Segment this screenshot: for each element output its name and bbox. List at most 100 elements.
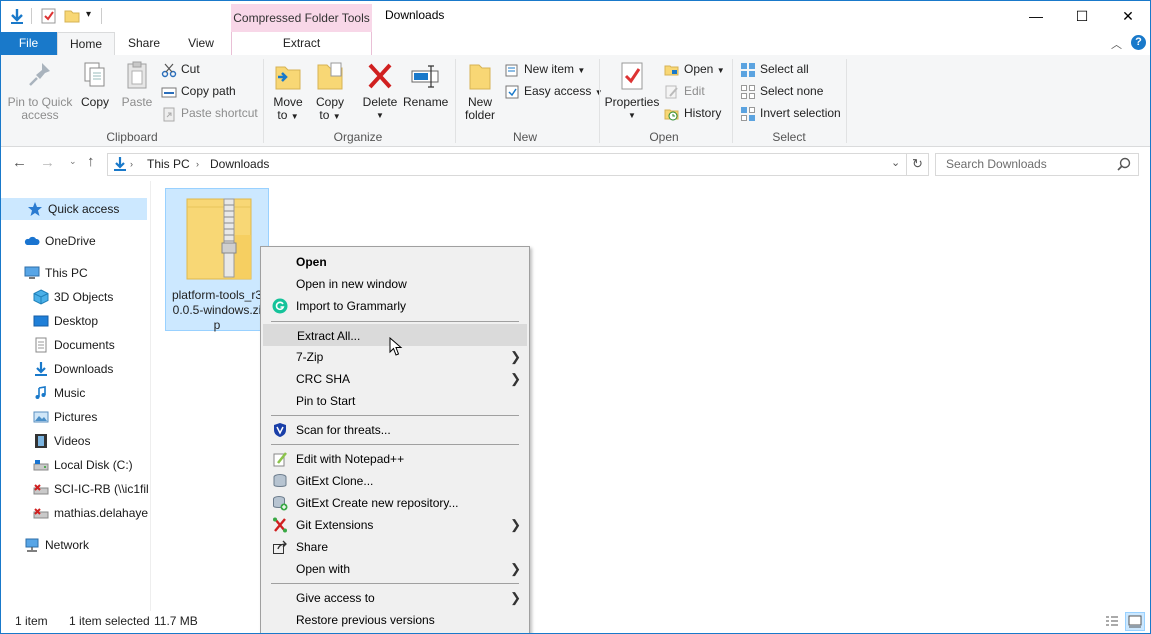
delete-button[interactable]: Delete ▼ — [361, 59, 399, 122]
recent-locations-chevron-icon[interactable]: ⌄ — [69, 156, 77, 167]
address-dropdown-chevron-icon[interactable]: ⌄ — [891, 156, 900, 169]
menu-item-open[interactable]: Open — [263, 251, 527, 273]
new-folder-icon[interactable] — [63, 7, 81, 25]
file-item[interactable]: platform-tools_r3 0.0.5-windows.zi p — [165, 188, 269, 332]
details-view-icon[interactable] — [1104, 614, 1120, 630]
back-arrow-icon[interactable]: ← — [12, 154, 27, 171]
pin-to-quick-access-button[interactable]: Pin to Quick access — [4, 59, 76, 122]
nav-item-videos[interactable]: Videos — [33, 430, 90, 452]
edit-button[interactable]: Edit — [664, 81, 705, 101]
tab-file[interactable]: File — [0, 32, 57, 55]
tab-view[interactable]: View — [183, 32, 219, 55]
search-icon[interactable] — [1117, 157, 1131, 171]
menu-item-share[interactable]: Share — [263, 536, 527, 558]
menu-item-crc-sha[interactable]: CRC SHA ❯ — [263, 368, 527, 390]
paste-shortcut-button[interactable]: Paste shortcut — [161, 103, 258, 123]
desktop-icon — [33, 315, 49, 327]
contextual-tab-group-label: Compressed Folder Tools — [233, 11, 370, 25]
paste-shortcut-icon — [163, 107, 175, 122]
menu-item-label: Extract All... — [297, 329, 361, 343]
paste-button[interactable]: Paste — [119, 59, 155, 109]
nav-item-music[interactable]: Music — [33, 382, 85, 404]
nav-item-downloads[interactable]: Downloads — [33, 358, 113, 380]
menu-item-gitext-create-repo[interactable]: GitExt Create new repository... — [263, 492, 527, 514]
nav-item-this-pc[interactable]: This PC — [24, 262, 88, 284]
nav-item-local-disk[interactable]: Local Disk (C:) — [33, 454, 133, 476]
new-folder-button[interactable]: New folder — [460, 59, 500, 122]
close-button[interactable]: ✕ — [1105, 0, 1151, 32]
menu-item-open-with[interactable]: Open with ❯ — [263, 558, 527, 580]
breadcrumb-separator-icon[interactable]: › — [196, 159, 199, 169]
minimize-button[interactable]: — — [1013, 0, 1059, 32]
invert-selection-button[interactable]: Invert selection — [740, 103, 841, 123]
refresh-icon[interactable]: ↻ — [906, 153, 929, 176]
tab-home[interactable]: Home — [57, 32, 115, 56]
dropdown-arrow-icon: ▼ — [290, 112, 299, 121]
search-input[interactable] — [944, 156, 1118, 172]
menu-item-restore-previous[interactable]: Restore previous versions — [263, 609, 527, 631]
copy-icon — [84, 62, 105, 87]
nav-item-quick-access[interactable]: Quick access — [0, 198, 147, 220]
nav-item-network[interactable]: Network — [24, 534, 89, 556]
properties-label: Properties — [604, 95, 660, 109]
menu-item-scan-threats[interactable]: Scan for threats... — [263, 419, 527, 441]
tab-share[interactable]: Share — [123, 32, 165, 55]
breadcrumb-downloads[interactable]: Downloads — [210, 157, 269, 171]
tab-extract[interactable]: Extract — [231, 32, 372, 55]
nav-item-pictures[interactable]: Pictures — [33, 406, 97, 428]
copy-path-button[interactable]: Copy path — [161, 81, 236, 101]
menu-item-label: Scan for threats... — [296, 423, 391, 437]
select-none-label: Select none — [760, 84, 824, 98]
nav-item-sci-ic-rb[interactable]: SCI-IC-RB (\\ic1fil — [33, 478, 150, 500]
open-label: Open — [684, 62, 714, 76]
new-item-button[interactable]: New item ▼ — [504, 59, 585, 79]
rename-button[interactable]: Rename — [403, 59, 448, 109]
minimize-icon: — — [1029, 8, 1043, 24]
qat-customize-dropdown[interactable]: ▾ — [86, 9, 91, 20]
breadcrumb-separator-icon[interactable]: › — [130, 159, 133, 169]
up-arrow-icon[interactable]: ↑ — [87, 153, 95, 170]
select-all-icon — [741, 62, 755, 77]
easy-access-button[interactable]: Easy access ▼ — [504, 81, 603, 101]
nav-item-desktop[interactable]: Desktop — [33, 310, 98, 332]
menu-item-notepadpp[interactable]: Edit with Notepad++ — [263, 448, 527, 470]
menu-item-give-access[interactable]: Give access to ❯ — [263, 587, 527, 609]
collapse-ribbon-chevron-icon[interactable]: ︿ — [1111, 36, 1122, 52]
mouse-cursor-icon — [389, 337, 403, 356]
group-separator — [263, 59, 264, 143]
history-button[interactable]: History — [664, 103, 721, 123]
properties-button[interactable]: Properties ▼ — [603, 59, 661, 122]
open-button[interactable]: Open ▼ — [664, 59, 725, 79]
select-all-button[interactable]: Select all — [740, 59, 809, 79]
select-none-button[interactable]: Select none — [740, 81, 823, 101]
nav-item-mathias-delahaye[interactable]: mathias.delahaye — [33, 502, 150, 524]
forward-arrow-icon[interactable]: → — [40, 154, 55, 171]
copy-path-label: Copy path — [181, 84, 236, 98]
nav-item-documents[interactable]: Documents — [33, 334, 115, 356]
menu-item-git-extensions[interactable]: Git Extensions ❯ — [263, 514, 527, 536]
organize-group-label: Organize — [333, 130, 383, 144]
breadcrumb-this-pc[interactable]: This PC — [147, 157, 190, 171]
easy-access-label: Easy access — [524, 84, 592, 98]
address-bar[interactable]: › This PC › Downloads ⌄ — [107, 153, 907, 176]
large-icons-view-button[interactable] — [1125, 612, 1145, 631]
menu-item-gitext-clone[interactable]: GitExt Clone... — [263, 470, 527, 492]
rename-icon — [411, 65, 439, 88]
menu-item-import-grammarly[interactable]: Import to Grammarly — [263, 295, 527, 317]
nav-item-onedrive[interactable]: OneDrive — [24, 230, 96, 252]
cut-button[interactable]: Cut — [161, 59, 200, 79]
pin-label-line2: access — [21, 108, 59, 122]
download-arrow-icon[interactable] — [8, 7, 26, 25]
help-icon[interactable]: ? — [1131, 35, 1146, 50]
properties-checkmark-icon[interactable] — [40, 7, 58, 25]
move-to-button[interactable]: Move to ▼ — [270, 59, 306, 123]
search-box[interactable] — [935, 153, 1139, 176]
copy-button[interactable]: Copy — [78, 59, 112, 109]
copy-to-button[interactable]: Copy to ▼ — [312, 59, 348, 123]
nav-item-3d-objects[interactable]: 3D Objects — [33, 286, 113, 308]
menu-item-open-new-window[interactable]: Open in new window — [263, 273, 527, 295]
dropdown-arrow-icon: ▼ — [332, 112, 341, 121]
menu-item-pin-to-start[interactable]: Pin to Start — [263, 390, 527, 412]
maximize-button[interactable]: ☐ — [1059, 0, 1105, 32]
dropdown-arrow-icon: ▼ — [376, 111, 384, 120]
